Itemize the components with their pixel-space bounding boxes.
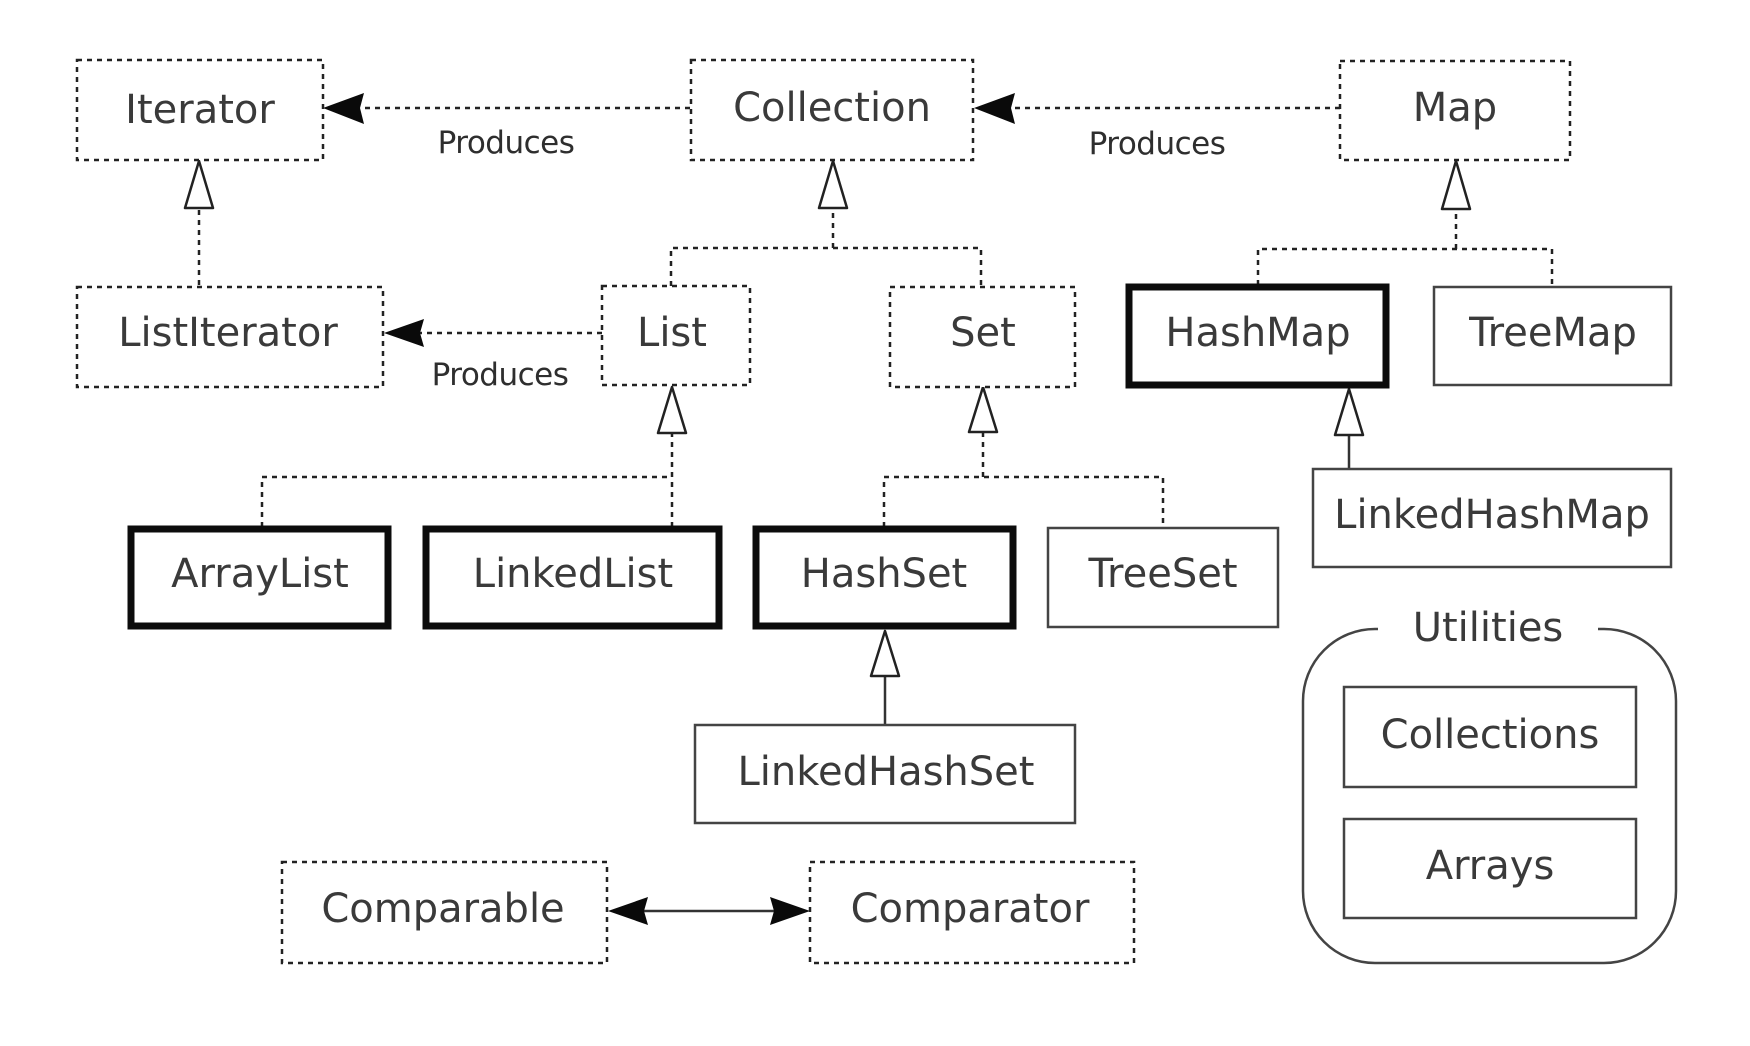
node-label: Map xyxy=(1413,85,1497,131)
node-iterator[interactable]: Iterator xyxy=(75,58,325,162)
node-label: ArrayList xyxy=(171,551,349,597)
node-hash-set[interactable]: HashSet xyxy=(752,525,1017,630)
node-comparator[interactable]: Comparator xyxy=(808,860,1136,965)
utilities-title: Utilities xyxy=(1413,605,1564,651)
inheritance-triangle-icon xyxy=(183,159,215,210)
node-set[interactable]: Set xyxy=(888,285,1077,389)
arrowhead-right-icon xyxy=(770,897,810,925)
node-comparable[interactable]: Comparable xyxy=(280,860,609,965)
node-label: ListIterator xyxy=(118,310,338,356)
node-label: Comparator xyxy=(851,886,1090,932)
edge-list-produces-listiterator: Produces xyxy=(384,319,602,393)
node-label: Collection xyxy=(733,85,931,131)
edge-line xyxy=(1256,247,1554,287)
arrowhead-left-icon xyxy=(608,897,648,925)
node-label: LinkedHashSet xyxy=(738,749,1035,795)
node-label: List xyxy=(637,310,707,356)
node-label: Collections xyxy=(1381,712,1600,758)
node-label: Set xyxy=(950,310,1016,356)
node-list[interactable]: List xyxy=(600,284,752,387)
node-label: HashSet xyxy=(801,551,967,597)
node-label: LinkedList xyxy=(473,551,673,597)
node-label: LinkedHashMap xyxy=(1334,492,1650,538)
node-linked-hash-map[interactable]: LinkedHashMap xyxy=(1311,467,1673,569)
edge-list-set-extend-collection xyxy=(669,159,983,286)
node-label: Arrays xyxy=(1426,843,1555,889)
collections-framework-diagram: Produces Produces Produces Iterator Coll… xyxy=(75,58,1678,965)
node-linked-hash-set[interactable]: LinkedHashSet xyxy=(693,723,1077,825)
node-tree-set[interactable]: TreeSet xyxy=(1046,526,1280,629)
edge-collection-produces-iterator: Produces xyxy=(323,93,690,161)
node-hash-map[interactable]: HashMap xyxy=(1125,283,1390,389)
node-label: TreeSet xyxy=(1087,551,1237,597)
inheritance-triangle-icon xyxy=(1440,159,1472,211)
edge-linkedhashmap-extends-hashmap xyxy=(1333,387,1365,469)
node-label: Iterator xyxy=(125,87,275,133)
inheritance-triangle-icon xyxy=(869,629,901,678)
inheritance-triangle-icon xyxy=(967,385,999,434)
edge-label-produces: Produces xyxy=(1089,126,1226,162)
node-arrays[interactable]: Arrays xyxy=(1342,817,1638,920)
node-collections[interactable]: Collections xyxy=(1342,685,1638,789)
node-tree-map[interactable]: TreeMap xyxy=(1432,285,1673,387)
node-label: HashMap xyxy=(1165,310,1350,356)
edge-linkedhashset-extends-hashset xyxy=(869,629,901,725)
edge-line xyxy=(260,475,672,527)
edge-line xyxy=(882,475,1165,528)
edge-line xyxy=(669,246,983,286)
node-label: TreeMap xyxy=(1468,310,1637,356)
arrowhead-icon xyxy=(974,93,1015,124)
inheritance-triangle-icon xyxy=(817,159,849,210)
node-array-list[interactable]: ArrayList xyxy=(127,525,392,630)
node-map[interactable]: Map xyxy=(1338,59,1572,162)
edge-maps-implement-map xyxy=(1256,159,1554,287)
edge-label-produces: Produces xyxy=(438,125,575,161)
arrowhead-icon xyxy=(384,319,424,347)
node-linked-list[interactable]: LinkedList xyxy=(422,525,723,630)
arrowhead-icon xyxy=(323,93,364,124)
node-list-iterator[interactable]: ListIterator xyxy=(75,285,385,389)
edge-label-produces: Produces xyxy=(432,357,569,393)
edge-comparable-comparator xyxy=(608,897,810,925)
node-label: Comparable xyxy=(321,886,564,932)
edge-map-produces-collection: Produces xyxy=(974,93,1340,162)
edge-listiterator-extends-iterator xyxy=(183,159,215,285)
inheritance-triangle-icon xyxy=(1333,387,1365,437)
group-utilities: Utilities Collections Arrays xyxy=(1301,605,1678,965)
node-collection[interactable]: Collection xyxy=(689,58,975,162)
edge-sets-implement-set xyxy=(882,385,1165,528)
inheritance-triangle-icon xyxy=(656,385,688,435)
edge-lists-implement-list xyxy=(260,385,688,527)
